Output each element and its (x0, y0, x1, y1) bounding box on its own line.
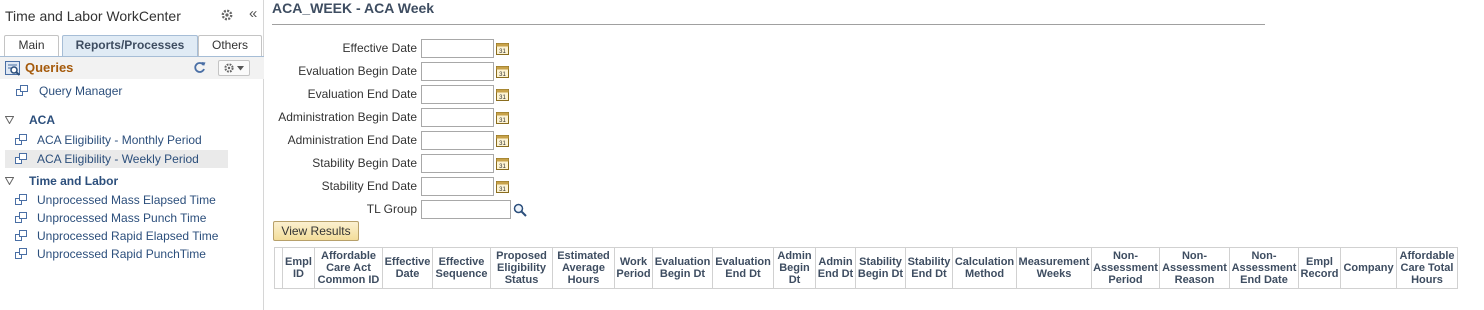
calendar-icon[interactable]: 31 (496, 157, 509, 170)
query-unprocessed-rapid-elapsed-label: Unprocessed Rapid Elapsed Time (37, 229, 219, 243)
grid-row-spacer (275, 248, 283, 288)
prompt-label-stability-begin-date: Stability Begin Date (312, 156, 417, 170)
column-header: Effective Date (383, 248, 433, 288)
column-header: Measurement Weeks (1017, 248, 1092, 288)
svg-text:31: 31 (499, 49, 506, 55)
administration-end-date-field[interactable] (421, 131, 494, 150)
query-aca-weekly[interactable]: ACA Eligibility - Weekly Period (5, 150, 228, 168)
column-header: Non-Assessment Period (1092, 248, 1160, 288)
tab-reports-processes[interactable]: Reports/Processes (62, 35, 198, 56)
prompt-label-administration-end-date: Administration End Date (287, 133, 417, 147)
effective-date-field[interactable] (421, 39, 494, 58)
query-link-icon (15, 230, 27, 241)
query-aca-weekly-label: ACA Eligibility - Weekly Period (37, 152, 199, 166)
section-options-button[interactable] (218, 60, 250, 76)
collapse-pane-icon[interactable]: « (249, 5, 257, 22)
folder-time-and-labor-label: Time and Labor (29, 174, 119, 188)
query-link-icon (15, 194, 27, 205)
tab-main[interactable]: Main (4, 35, 59, 56)
column-header: Affordable Care Total Hours (1399, 250, 1455, 286)
column-header: Company (1341, 248, 1397, 288)
svg-text:31: 31 (499, 164, 506, 170)
column-header: Evaluation End Dt (713, 248, 774, 288)
column-header: Non-Assessment Reason (1160, 248, 1230, 288)
svg-text:31: 31 (499, 118, 506, 124)
column-header: Affordable Care Act Common ID (315, 248, 383, 288)
prompt-label-effective-date: Effective Date (342, 41, 417, 55)
view-results-button[interactable]: View Results (273, 221, 359, 241)
query-link-icon (15, 212, 27, 223)
column-header: Empl Record (1299, 248, 1341, 288)
query-unprocessed-rapid-elapsed[interactable]: Unprocessed Rapid Elapsed Time (15, 227, 245, 245)
column-header: Proposed Eligibility Status (491, 248, 553, 288)
column-header: Empl ID (283, 248, 315, 288)
query-aca-monthly[interactable]: ACA Eligibility - Monthly Period (15, 131, 227, 149)
calendar-icon[interactable]: 31 (496, 88, 509, 101)
workcenter-tabs: Main Reports/Processes Others (4, 35, 262, 56)
workcenter-pane: Time and Labor WorkCenter « Main Reports… (0, 0, 264, 310)
svg-text:31: 31 (499, 187, 506, 193)
query-icon (5, 61, 21, 76)
query-unprocessed-mass-elapsed-label: Unprocessed Mass Elapsed Time (37, 193, 216, 207)
prompt-label-administration-begin-date: Administration Begin Date (278, 110, 417, 124)
calendar-icon[interactable]: 31 (496, 65, 509, 78)
evaluation-begin-date-field[interactable] (421, 62, 494, 81)
expanded-triangle-icon (5, 177, 14, 185)
gear-icon (224, 63, 244, 73)
query-link-icon (15, 153, 27, 164)
calendar-icon[interactable]: 31 (496, 180, 509, 193)
title-divider (272, 24, 1265, 25)
expanded-triangle-icon (5, 116, 14, 124)
queries-label: Queries (25, 60, 74, 75)
calendar-icon[interactable]: 31 (496, 134, 509, 147)
stability-end-date-field[interactable] (421, 177, 494, 196)
folder-aca-label: ACA (29, 113, 55, 127)
lookup-magnifier-icon[interactable] (513, 203, 527, 217)
svg-text:31: 31 (499, 95, 506, 101)
workcenter-title: Time and Labor WorkCenter (5, 8, 181, 24)
refresh-icon[interactable] (193, 61, 206, 74)
query-unprocessed-mass-elapsed[interactable]: Unprocessed Mass Elapsed Time (15, 191, 245, 209)
query-unprocessed-rapid-punch[interactable]: Unprocessed Rapid PunchTime (15, 245, 245, 263)
column-header: Stability End Dt (906, 248, 953, 288)
svg-text:31: 31 (499, 72, 506, 78)
results-grid: Empl ID Affordable Care Act Common ID Ef… (274, 247, 1458, 289)
column-header: Admin Begin Dt (774, 248, 816, 288)
query-manager-link[interactable]: Query Manager (16, 82, 216, 100)
query-link-icon (16, 85, 28, 96)
query-link-icon (15, 248, 27, 259)
tab-others[interactable]: Others (198, 35, 262, 56)
query-unprocessed-mass-punch[interactable]: Unprocessed Mass Punch Time (15, 209, 245, 227)
column-header: Stability Begin Dt (856, 248, 906, 288)
administration-begin-date-field[interactable] (421, 108, 494, 127)
prompt-label-evaluation-end-date: Evaluation End Date (307, 87, 417, 101)
column-header: Effective Sequence (433, 248, 491, 288)
svg-text:31: 31 (499, 141, 506, 147)
query-link-icon (15, 134, 27, 145)
query-manager-label: Query Manager (39, 84, 123, 98)
query-aca-monthly-label: ACA Eligibility - Monthly Period (37, 133, 202, 147)
column-header: Work Period (615, 248, 653, 288)
query-unprocessed-mass-punch-label: Unprocessed Mass Punch Time (37, 211, 207, 225)
calendar-icon[interactable]: 31 (496, 42, 509, 55)
column-header: Admin End Dt (816, 248, 856, 288)
folder-time-and-labor[interactable]: Time and Labor (5, 172, 205, 190)
column-header: Non-Assessment End Date (1230, 248, 1299, 288)
column-header: Estimated Average Hours (553, 248, 615, 288)
prompt-label-tl-group: TL Group (366, 202, 417, 216)
prompt-label-stability-end-date: Stability End Date (321, 179, 417, 193)
stability-begin-date-field[interactable] (421, 154, 494, 173)
folder-aca[interactable]: ACA (5, 111, 205, 129)
prompt-label-evaluation-begin-date: Evaluation Begin Date (298, 64, 417, 78)
queries-section-header: Queries (0, 56, 264, 79)
column-header: Calculation Method (953, 248, 1017, 288)
page-title: ACA_WEEK - ACA Week (272, 0, 435, 16)
gear-icon[interactable] (220, 8, 234, 22)
calendar-icon[interactable]: 31 (496, 111, 509, 124)
query-unprocessed-rapid-punch-label: Unprocessed Rapid PunchTime (37, 247, 206, 261)
column-header: Evaluation Begin Dt (653, 248, 713, 288)
evaluation-end-date-field[interactable] (421, 85, 494, 104)
tl-group-field[interactable] (421, 200, 511, 219)
